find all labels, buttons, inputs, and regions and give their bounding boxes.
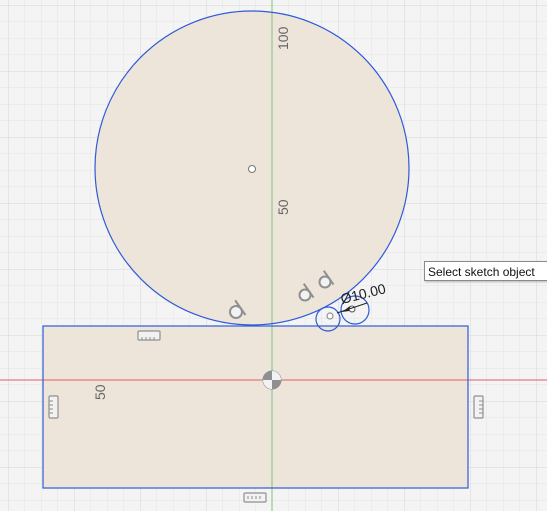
vertical-constraint-icon[interactable] (48, 395, 59, 419)
coincident-constraint-icon[interactable] (326, 312, 334, 320)
circle-center-point[interactable] (248, 165, 256, 173)
origin-icon[interactable] (262, 370, 282, 390)
tooltip: Select sketch object (424, 261, 547, 281)
rectangle-profile[interactable] (43, 326, 468, 488)
sketch-canvas[interactable]: 100 50 50 Ø10.00 (0, 0, 547, 511)
vertical-constraint-icon[interactable] (473, 395, 484, 419)
rect-ruler-label-50: 50 (92, 384, 108, 400)
ruler-label-100: 100 (275, 26, 291, 50)
horizontal-constraint-icon[interactable] (243, 492, 267, 503)
horizontal-constraint-icon[interactable] (137, 330, 161, 341)
ruler-label-50: 50 (275, 199, 291, 215)
